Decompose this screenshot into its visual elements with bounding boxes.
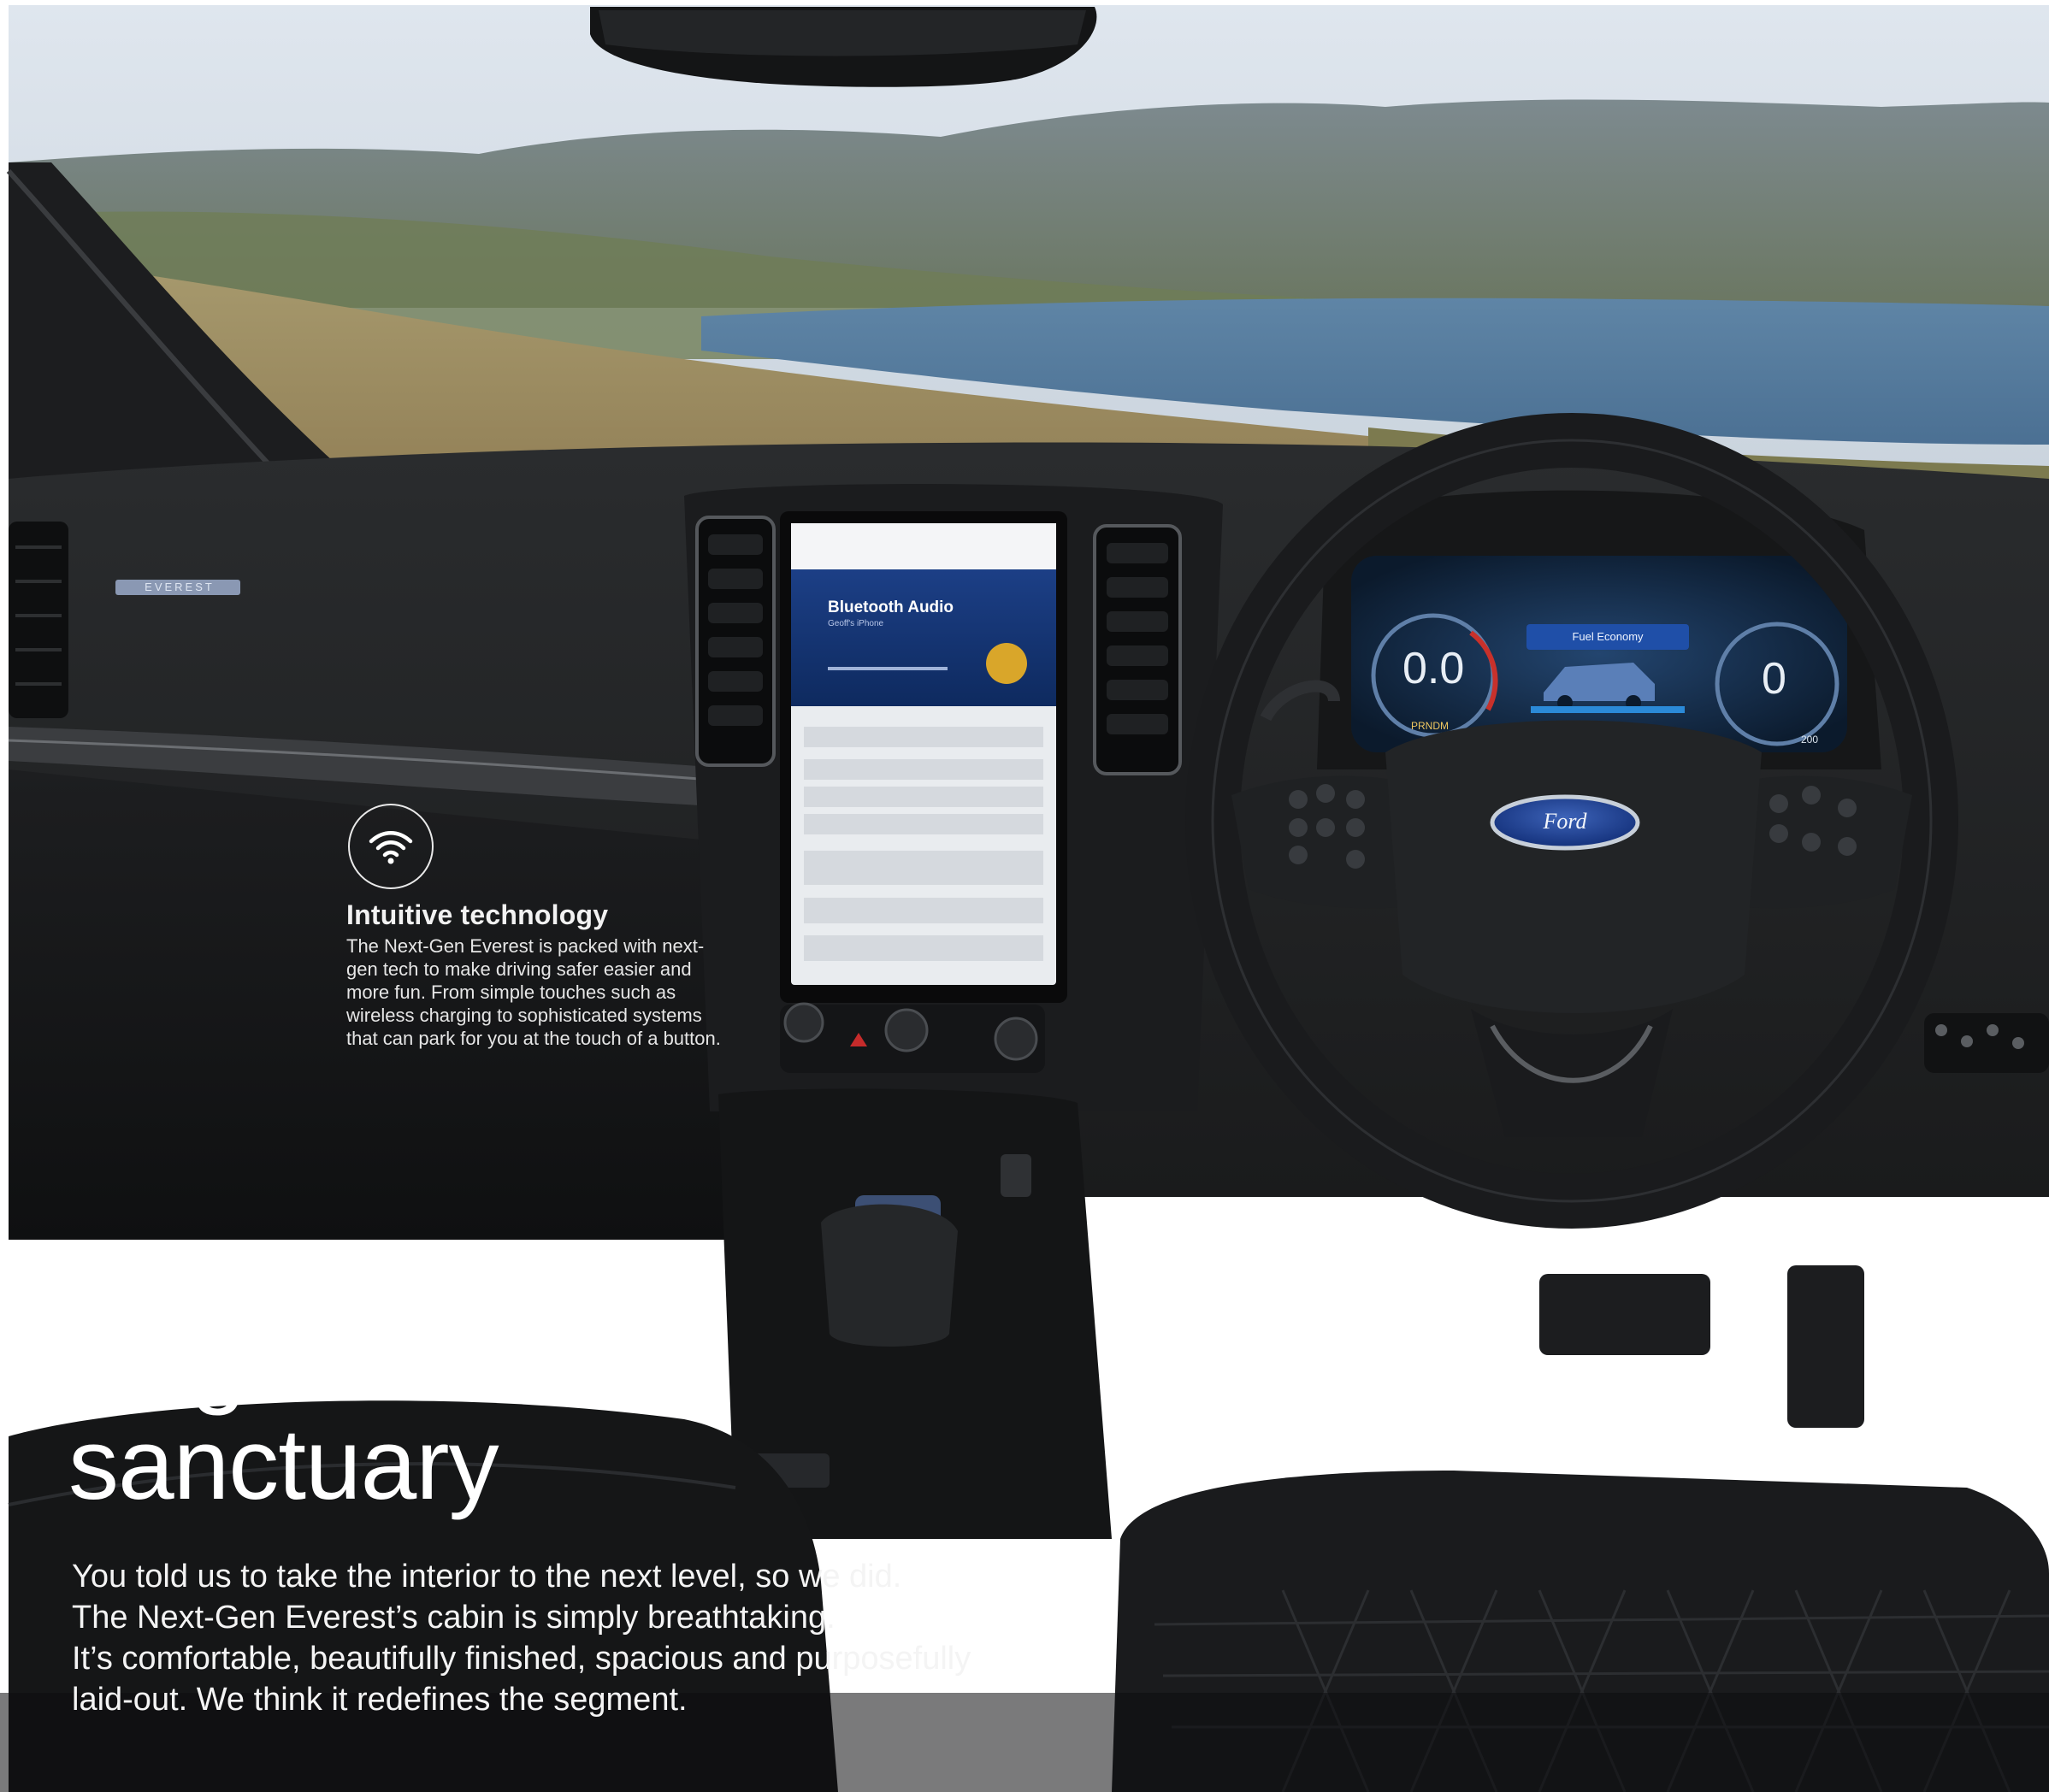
- ford-logo: Ford: [1543, 809, 1587, 834]
- intro-paragraph: You told us to take the interior to the …: [72, 1556, 1184, 1720]
- headline-line-1: Engineered: [68, 1304, 577, 1417]
- intro-line-1: You told us to take the interior to the …: [72, 1559, 902, 1595]
- cluster-center-label: Fuel Economy: [1572, 630, 1644, 643]
- cluster-gear-indicator: PRNDM: [1411, 720, 1449, 732]
- screen-media-title: Bluetooth Audio: [828, 598, 954, 616]
- wifi-icon: [348, 804, 434, 889]
- feature-description: The Next-Gen Everest is packed with next…: [346, 935, 721, 1049]
- screen-media-subtitle: Geoff's iPhone: [828, 619, 884, 628]
- dash-model-badge: EVEREST: [145, 581, 215, 593]
- cluster-left-readout: 0.0: [1402, 644, 1465, 693]
- brochure-page: Bluetooth Audio Geoff's iPhone 0.0 0 Fue…: [0, 0, 2049, 1792]
- intro-line-4: laid-out. We think it redefines the segm…: [72, 1682, 688, 1718]
- headline-line-2: sanctuary: [68, 1408, 499, 1521]
- page-headline: Engineered sanctuary: [68, 1308, 577, 1517]
- feature-callout: Intuitive technology The Next-Gen Everes…: [346, 804, 723, 1050]
- intro-line-3: It’s comfortable, beautifully finished, …: [72, 1641, 971, 1677]
- intro-line-2: The Next-Gen Everest’s cabin is simply b…: [72, 1600, 836, 1636]
- cluster-speed-max: 200: [1801, 734, 1819, 746]
- cabin-illustration: [0, 0, 2049, 1792]
- cluster-speed-readout: 0: [1762, 654, 1786, 704]
- feature-title: Intuitive technology: [346, 899, 609, 930]
